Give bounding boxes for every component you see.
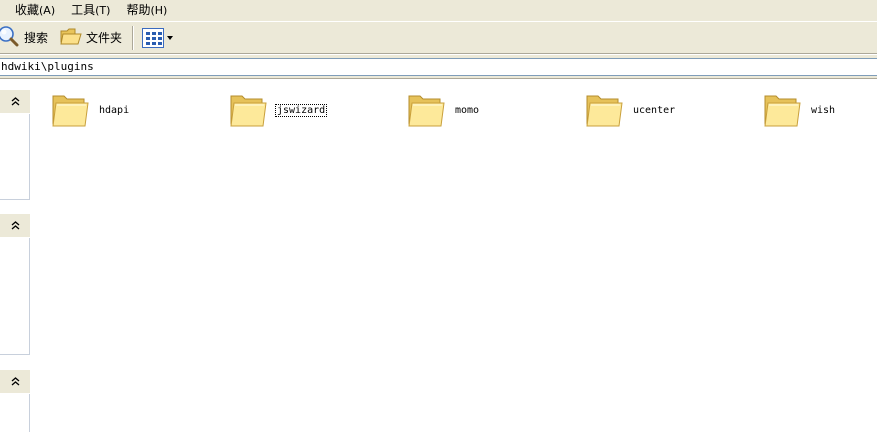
- menu-bar: 收藏(A) 工具(T) 帮助(H): [0, 0, 877, 21]
- folder-item-jswizard[interactable]: jswizard: [228, 90, 328, 130]
- menu-favorites[interactable]: 收藏(A): [9, 1, 61, 20]
- file-list-view[interactable]: hdapi jswizard momo ucenter wish: [36, 80, 877, 432]
- menu-help[interactable]: 帮助(H): [120, 1, 173, 20]
- task-pane-section-header[interactable]: [0, 90, 30, 114]
- folder-name: hdapi: [99, 104, 130, 116]
- menu-tools-accel: (T): [95, 4, 111, 17]
- toolbar: 搜索 文件夹: [0, 21, 877, 54]
- menu-favorites-label: 收藏: [15, 3, 40, 17]
- folder-name: momo: [455, 104, 480, 116]
- folder-icon: [586, 95, 623, 127]
- folder-icon: [230, 95, 267, 127]
- folder-item-momo[interactable]: momo: [406, 90, 480, 130]
- task-pane-section-header[interactable]: [0, 370, 30, 394]
- task-pane-section-header[interactable]: [0, 214, 30, 238]
- menu-favorites-accel: (A): [39, 4, 56, 17]
- collapse-chevron-up-icon[interactable]: [7, 374, 23, 390]
- folders-button-label: 文件夹: [86, 31, 123, 45]
- collapse-chevron-up-icon[interactable]: [7, 94, 23, 110]
- folder-name: ucenter: [633, 104, 676, 116]
- menu-help-accel: (H): [150, 4, 168, 17]
- toolbar-separator: [132, 25, 135, 50]
- views-icon: [142, 27, 165, 48]
- task-pane-section: [0, 90, 30, 200]
- folder-item-hdapi[interactable]: hdapi: [50, 90, 130, 130]
- search-icon: [0, 25, 20, 50]
- folder-item-wish[interactable]: wish: [762, 90, 836, 130]
- folder-icon: [764, 95, 801, 127]
- search-button[interactable]: 搜索: [0, 25, 54, 51]
- folder-icon: [52, 95, 89, 127]
- folder-name: jswizard: [274, 103, 328, 117]
- folder-item-ucenter[interactable]: ucenter: [584, 90, 676, 130]
- folder-name: wish: [811, 104, 836, 116]
- folders-button[interactable]: 文件夹: [60, 25, 128, 51]
- folders-icon: [60, 26, 82, 49]
- chevron-down-icon[interactable]: [167, 35, 174, 40]
- address-input[interactable]: hdwiki\plugins: [0, 58, 877, 76]
- views-button[interactable]: [140, 25, 175, 51]
- menu-tools-label: 工具: [71, 3, 96, 17]
- address-bar: hdwiki\plugins: [0, 55, 877, 79]
- menu-help-label: 帮助: [126, 3, 151, 17]
- menu-tools[interactable]: 工具(T): [65, 1, 116, 20]
- collapse-chevron-up-icon[interactable]: [7, 218, 23, 234]
- folder-icon: [408, 95, 445, 127]
- search-button-label: 搜索: [24, 31, 49, 45]
- task-pane-section: [0, 214, 30, 355]
- task-pane-section: [0, 370, 30, 432]
- task-pane: [0, 80, 36, 432]
